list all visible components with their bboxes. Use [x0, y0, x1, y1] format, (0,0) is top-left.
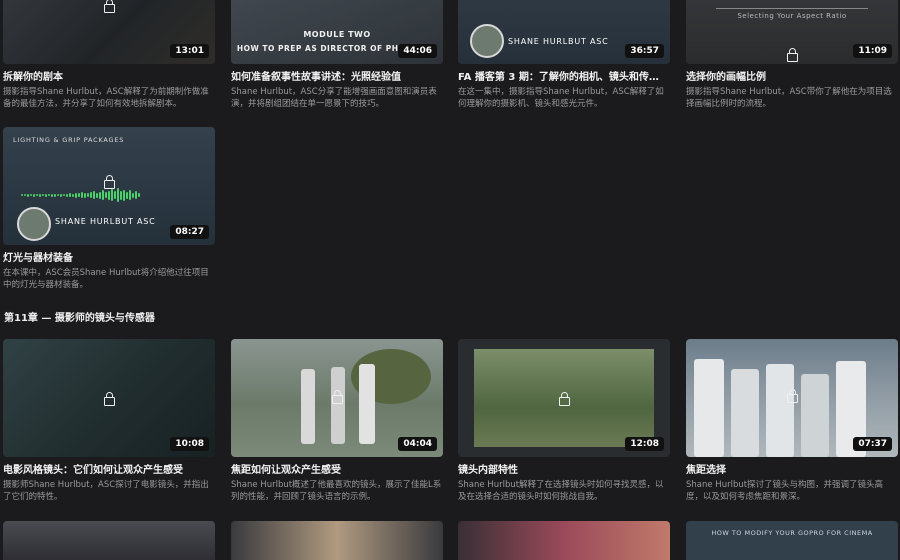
overlay-instructor-name: SHANE HURLBUT ASC — [55, 217, 156, 226]
audio-waveform — [21, 187, 140, 203]
lesson-thumbnail[interactable]: SHANE HURLBUT ASC 36:57 — [458, 0, 670, 64]
duration-badge: 11:09 — [853, 44, 892, 58]
lesson-card[interactable]: 04:04 焦距如何让观众产生感受 Shane Hurlbut概述了他最喜欢的镜… — [231, 339, 443, 503]
lesson-description: Shane Hurlbut，ASC分享了能增强画面意图和演员表演，并将剧组团结在… — [231, 87, 437, 109]
lock-icon — [787, 48, 798, 62]
lesson-description: Shane Hurlbut探讨了镜头与构图，并强调了镜头高度，以及如何考虑焦距和… — [686, 480, 884, 502]
lesson-title[interactable]: 电影风格镜头：它们如何让观众产生感受 — [3, 464, 215, 477]
lesson-card[interactable]: LIGHTING & GRIP PACKAGES SHANE HURLBUT A… — [3, 127, 215, 291]
lesson-title[interactable]: 焦距选择 — [686, 464, 898, 477]
overlay-subtitle: Selecting Your Aspect Ratio — [737, 12, 847, 20]
lesson-thumbnail[interactable] — [231, 521, 443, 560]
lesson-thumbnail[interactable]: 10:08 — [3, 339, 215, 457]
lesson-card[interactable]: 07:37 焦距选择 Shane Hurlbut探讨了镜头与构图，并强调了镜头高… — [686, 339, 898, 503]
lesson-thumbnail[interactable] — [458, 521, 670, 560]
lesson-thumbnail[interactable]: 13:01 — [3, 0, 215, 64]
person-figure — [331, 367, 345, 444]
overlay-topic: HOW TO MODIFY YOUR GOPRO FOR CINEMA — [711, 529, 873, 537]
lesson-title[interactable]: 镜头内部特性 — [458, 464, 670, 477]
person-figure — [301, 369, 315, 444]
lesson-description: Shane Hurlbut概述了他最喜欢的镜头，展示了佳能L系列的性能，并回顾了… — [231, 480, 442, 502]
duration-badge: 07:37 — [853, 437, 892, 451]
lesson-description: 在这一集中，摄影指导Shane Hurlbut，ASC解释了如何理解你的摄影机、… — [458, 87, 664, 109]
person-figure — [801, 374, 829, 457]
lock-icon — [332, 390, 343, 404]
lesson-description: 摄影师Shane Hurlbut，ASC探讨了电影镜头，并指出了它们的特性。 — [3, 480, 209, 502]
lock-icon — [104, 0, 115, 13]
lesson-thumbnail[interactable]: MODULE TWO HOW TO PREP AS DIRECTOR OF PH… — [231, 0, 443, 64]
lock-icon — [559, 392, 570, 406]
person-figure — [694, 359, 724, 457]
lesson-card[interactable]: MODULE TWO HOW TO PREP AS DIRECTOR OF PH… — [231, 0, 443, 110]
lesson-title[interactable]: 如何准备叙事性故事讲述：光照经验值 — [231, 71, 443, 84]
lesson-description: 摄影指导Shane Hurlbut，ASC带你了解他在为项目选择画幅比例时的流程… — [686, 87, 892, 109]
lesson-thumbnail[interactable]: HOW TO MODIFY YOUR GOPRO FOR CINEMA — [686, 521, 898, 560]
duration-badge: 36:57 — [625, 44, 664, 58]
person-figure — [731, 369, 759, 457]
chapter-heading: 第11章 — 摄影师的镜头与传感器 — [4, 313, 155, 324]
overlay-module-label: MODULE TWO — [303, 30, 371, 39]
avatar — [17, 207, 51, 241]
lock-icon — [787, 389, 798, 403]
overlay-instructor-name: SHANE HURLBUT ASC — [508, 37, 609, 46]
lesson-thumbnail[interactable]: LIGHTING & GRIP PACKAGES SHANE HURLBUT A… — [3, 127, 215, 245]
lesson-thumbnail[interactable]: 04:04 — [231, 339, 443, 457]
lesson-thumbnail[interactable]: 07:37 — [686, 339, 898, 457]
lesson-description: 在本课中，ASC会员Shane Hurlbut将介绍他过往项目中的灯光与器材装备… — [3, 268, 209, 290]
overlay-topic: LIGHTING & GRIP PACKAGES — [13, 136, 125, 144]
lesson-card[interactable]: Selecting Your Aspect Ratio 11:09 选择你的画幅… — [686, 0, 898, 110]
duration-badge: 04:04 — [398, 437, 437, 451]
lesson-card[interactable]: SHANE HURLBUT ASC 36:57 FA 播客第 3 期：了解你的相… — [458, 0, 670, 110]
duration-badge: 08:27 — [170, 225, 209, 239]
avatar — [470, 24, 504, 58]
lesson-description: Shane Hurlbut解释了在选择镜头时如何寻找灵感，以及在选择合适的镜头时… — [458, 480, 664, 502]
lesson-description: 摄影指导Shane Hurlbut，ASC解释了为前期制作做准备的最佳方法，并分… — [3, 87, 209, 109]
lesson-card[interactable]: 13:01 拆解你的剧本 摄影指导Shane Hurlbut，ASC解释了为前期… — [3, 0, 215, 110]
person-figure — [766, 364, 794, 457]
lesson-title[interactable]: 焦距如何让观众产生感受 — [231, 464, 443, 477]
duration-badge: 10:08 — [170, 437, 209, 451]
lesson-title[interactable]: 拆解你的剧本 — [3, 71, 215, 84]
lesson-thumbnail[interactable]: Selecting Your Aspect Ratio 11:09 — [686, 0, 898, 64]
lesson-card[interactable]: 10:08 电影风格镜头：它们如何让观众产生感受 摄影师Shane Hurlbu… — [3, 339, 215, 503]
duration-badge: 44:06 — [398, 44, 437, 58]
lesson-thumbnail[interactable] — [3, 521, 215, 560]
lesson-title[interactable]: FA 播客第 3 期：了解你的相机、镜头和传… — [458, 71, 670, 84]
lock-icon — [104, 175, 115, 189]
divider — [716, 8, 868, 9]
lesson-thumbnail[interactable]: 12:08 — [458, 339, 670, 457]
duration-badge: 12:08 — [625, 437, 664, 451]
person-figure — [359, 364, 375, 444]
lock-icon — [104, 392, 115, 406]
lesson-title[interactable]: 灯光与器材装备 — [3, 252, 215, 265]
lesson-title[interactable]: 选择你的画幅比例 — [686, 71, 898, 84]
lesson-card[interactable]: 12:08 镜头内部特性 Shane Hurlbut解释了在选择镜头时如何寻找灵… — [458, 339, 670, 503]
duration-badge: 13:01 — [170, 44, 209, 58]
